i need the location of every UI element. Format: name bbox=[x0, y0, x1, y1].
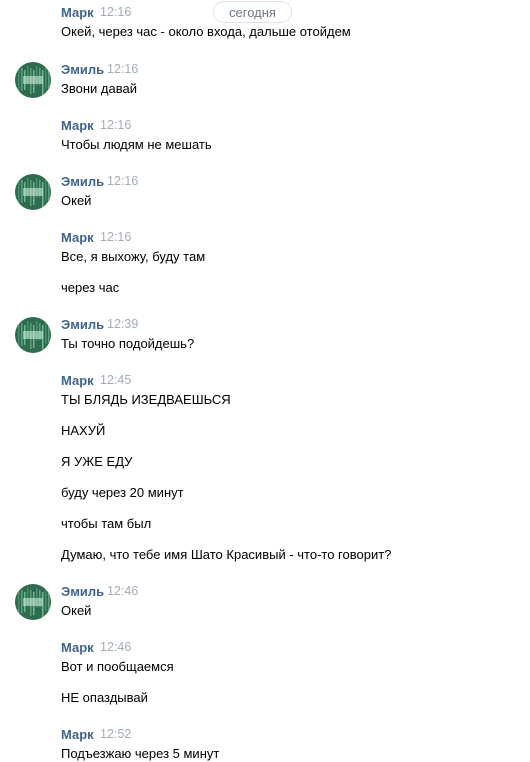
message-text: Думаю, что тебе имя Шато Красивый - что-… bbox=[61, 547, 392, 562]
message-author[interactable]: Марк bbox=[61, 727, 94, 742]
avatar[interactable] bbox=[15, 584, 51, 620]
message-time[interactable]: 12:39 bbox=[107, 317, 138, 331]
message-time[interactable]: 12:45 bbox=[100, 373, 131, 387]
message-time[interactable]: 12:16 bbox=[107, 62, 138, 76]
message-author[interactable]: Марк bbox=[61, 118, 94, 133]
message-text: Окей bbox=[61, 603, 92, 618]
message-author[interactable]: Эмиль bbox=[61, 584, 104, 599]
message-text: НАХУЙ bbox=[61, 423, 106, 438]
message-time[interactable]: 12:52 bbox=[100, 727, 131, 741]
message-text: НЕ опаздывай bbox=[61, 690, 148, 705]
message-text: Звони давай bbox=[61, 81, 137, 96]
message-author[interactable]: Эмиль bbox=[61, 62, 104, 77]
message-author[interactable]: Эмиль bbox=[61, 174, 104, 189]
message-text: Подъезжаю через 5 минут bbox=[61, 746, 220, 761]
message-time[interactable]: 12:16 bbox=[100, 118, 131, 132]
message-time[interactable]: 12:46 bbox=[100, 640, 131, 654]
message-time[interactable]: 12:46 bbox=[107, 584, 138, 598]
date-divider: сегодня bbox=[213, 1, 292, 23]
message-time[interactable]: 12:16 bbox=[107, 174, 138, 188]
message-text: Все, я выхожу, буду там bbox=[61, 249, 206, 264]
message-text: буду через 20 минут bbox=[61, 485, 184, 500]
message-time[interactable]: 12:16 bbox=[100, 5, 131, 19]
message-text: Окей, через час - около входа, дальше от… bbox=[61, 24, 351, 39]
message-text: через час bbox=[61, 280, 120, 295]
message-text: Чтобы людям не мешать bbox=[61, 137, 212, 152]
message-text: ТЫ БЛЯДЬ ИЗЕДВАЕШЬСЯ bbox=[61, 392, 231, 407]
message-time[interactable]: 12:16 bbox=[100, 230, 131, 244]
avatar[interactable] bbox=[15, 317, 51, 353]
message-text: Я УЖЕ ЕДУ bbox=[61, 454, 133, 469]
message-author[interactable]: Марк bbox=[61, 230, 94, 245]
message-text: чтобы там был bbox=[61, 516, 152, 531]
message-author[interactable]: Эмиль bbox=[61, 317, 104, 332]
avatar[interactable] bbox=[15, 62, 51, 98]
message-text: Ты точно подойдешь? bbox=[61, 336, 195, 351]
avatar[interactable] bbox=[15, 174, 51, 210]
message-author[interactable]: Марк bbox=[61, 373, 94, 388]
message-author[interactable]: Марк bbox=[61, 640, 94, 655]
message-text: Вот и пообщаемся bbox=[61, 659, 174, 674]
message-author[interactable]: Марк bbox=[61, 5, 94, 20]
message-text: Окей bbox=[61, 193, 92, 208]
